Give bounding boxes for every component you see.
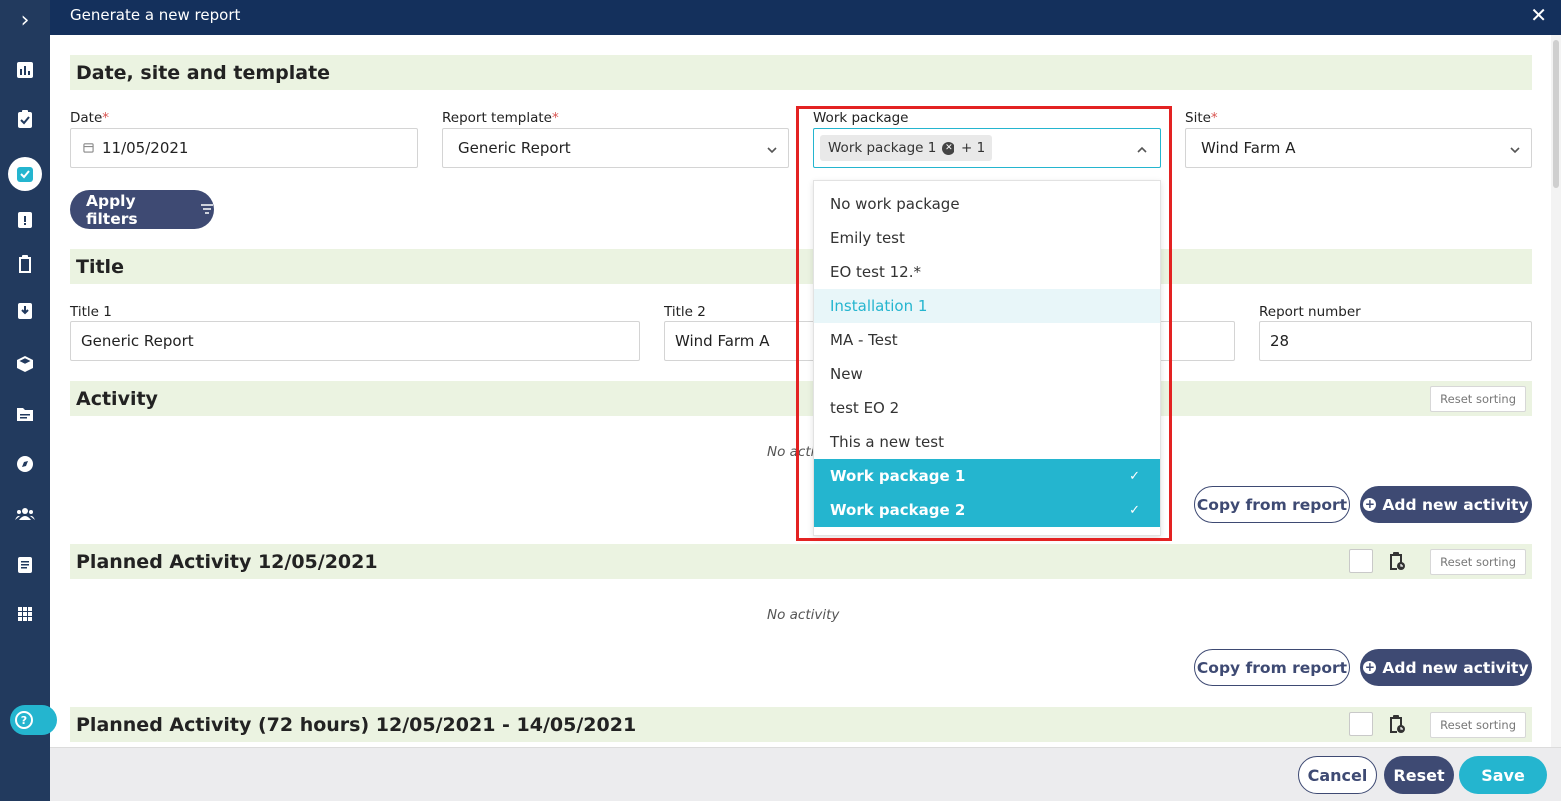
site-label: Site* <box>1185 110 1218 126</box>
section-title-block: Title <box>70 249 1532 284</box>
section-planned-activity: Planned Activity 12/05/2021 Reset sortin… <box>70 544 1532 579</box>
scrollbar-thumb[interactable] <box>1553 40 1559 188</box>
reset-button[interactable]: Reset <box>1384 756 1454 794</box>
calendar-icon <box>83 139 94 157</box>
plus-icon: + <box>1363 497 1377 511</box>
section-title: Date, site and template <box>76 61 331 84</box>
save-button[interactable]: Save <box>1459 756 1547 794</box>
report-number-input[interactable]: 28 <box>1259 321 1532 361</box>
select-all-checkbox[interactable] <box>1349 549 1373 573</box>
folder-icon[interactable] <box>0 394 50 434</box>
section-title: Planned Activity 12/05/2021 <box>76 550 378 573</box>
dropdown-option[interactable]: EO test 12.* <box>814 255 1160 289</box>
apps-grid-icon[interactable] <box>0 594 50 634</box>
work-package-label: Work package <box>813 110 909 126</box>
title1-input[interactable]: Generic Report <box>70 321 640 361</box>
dropdown-option[interactable]: Emily test <box>814 221 1160 255</box>
date-label: Date* <box>70 110 110 126</box>
help-button[interactable]: ? <box>10 705 57 735</box>
work-package-select[interactable]: Work package 1 ✕ + 1 <box>813 128 1161 168</box>
check-icon: ✓ <box>1129 502 1140 518</box>
cancel-button[interactable]: Cancel <box>1298 756 1377 794</box>
modal-header: Generate a new report ✕ <box>50 0 1561 35</box>
compass-icon[interactable] <box>0 444 50 484</box>
filter-icon <box>200 201 214 219</box>
check-active-icon[interactable] <box>0 154 50 194</box>
expand-sidebar-icon[interactable]: › <box>0 0 50 40</box>
dropdown-option[interactable]: New <box>814 357 1160 391</box>
work-package-tag: Work package 1 ✕ <box>820 135 964 161</box>
download-clipboard-icon[interactable] <box>0 290 50 330</box>
dropdown-option-selected[interactable]: Work package 2 ✓ <box>814 493 1160 527</box>
check-icon: ✓ <box>1129 468 1140 484</box>
reset-sorting-button[interactable]: Reset sorting <box>1430 386 1526 412</box>
copy-from-report-button[interactable]: Copy from report <box>1194 649 1350 686</box>
people-icon[interactable] <box>0 494 50 534</box>
modal-title: Generate a new report <box>70 6 241 24</box>
copy-from-report-button[interactable]: Copy from report <box>1194 486 1350 523</box>
title2-label: Title 2 <box>664 304 706 320</box>
no-activity-text: No acti <box>767 444 815 460</box>
chevron-down-icon <box>766 142 777 154</box>
dropdown-option[interactable]: MA - Test <box>814 323 1160 357</box>
section-activity: Activity Reset sorting <box>70 381 1532 416</box>
chevron-down-icon <box>1509 142 1520 154</box>
reset-sorting-button[interactable]: Reset sorting <box>1430 549 1526 575</box>
add-new-activity-button[interactable]: + Add new activity <box>1360 486 1532 523</box>
section-planned-activity-72h: Planned Activity (72 hours) 12/05/2021 -… <box>70 707 1532 742</box>
dropdown-option[interactable]: No work package <box>814 187 1160 221</box>
select-all-checkbox[interactable] <box>1349 712 1373 736</box>
clipboard-icon[interactable] <box>0 244 50 284</box>
clipboard-clock-icon[interactable] <box>1384 549 1408 573</box>
modal-footer: Cancel Reset Save <box>50 747 1561 801</box>
dropdown-option[interactable]: This a new test <box>814 425 1160 459</box>
reset-sorting-button[interactable]: Reset sorting <box>1430 712 1526 738</box>
add-new-activity-button[interactable]: + Add new activity <box>1360 649 1532 686</box>
section-date-site: Date, site and template <box>70 55 1532 90</box>
dropdown-option-selected[interactable]: Work package 1 ✓ <box>814 459 1160 493</box>
section-title: Activity <box>76 387 158 410</box>
template-label: Report template* <box>442 110 559 126</box>
dropdown-option-hovered[interactable]: Installation 1 <box>814 289 1160 323</box>
site-value: Wind Farm A <box>1201 139 1296 157</box>
sidebar: › <box>0 0 50 801</box>
calendar-doc-icon[interactable] <box>0 544 50 584</box>
help-icon: ? <box>15 711 33 729</box>
section-title: Title <box>76 255 124 278</box>
chevron-up-icon <box>1136 141 1148 160</box>
checklist-icon[interactable] <box>0 99 50 139</box>
dropdown-option[interactable]: test EO 2 <box>814 391 1160 425</box>
template-select[interactable]: Generic Report <box>442 128 789 168</box>
report-number-label: Report number <box>1259 304 1361 320</box>
chart-icon[interactable] <box>0 50 50 90</box>
section-title: Planned Activity (72 hours) 12/05/2021 -… <box>76 713 637 736</box>
apply-filters-label: Apply filters <box>86 191 138 228</box>
close-icon[interactable]: ✕ <box>1530 3 1547 27</box>
template-value: Generic Report <box>458 139 571 157</box>
date-value: 11/05/2021 <box>102 139 189 157</box>
plus-icon: + <box>1363 660 1377 674</box>
scrollbar[interactable] <box>1551 35 1561 747</box>
more-tags-badge: + 1 <box>954 135 993 161</box>
title1-label: Title 1 <box>70 304 112 320</box>
clipboard-clock-icon[interactable] <box>1384 712 1408 736</box>
box-icon[interactable] <box>0 344 50 384</box>
alert-clipboard-icon[interactable] <box>0 199 50 239</box>
date-field[interactable]: 11/05/2021 <box>70 128 418 168</box>
apply-filters-button[interactable]: Apply filters <box>70 190 214 229</box>
no-activity-text: No activity <box>767 607 840 623</box>
site-select[interactable]: Wind Farm A <box>1185 128 1532 168</box>
work-package-dropdown: No work package Emily test EO test 12.* … <box>813 180 1161 536</box>
